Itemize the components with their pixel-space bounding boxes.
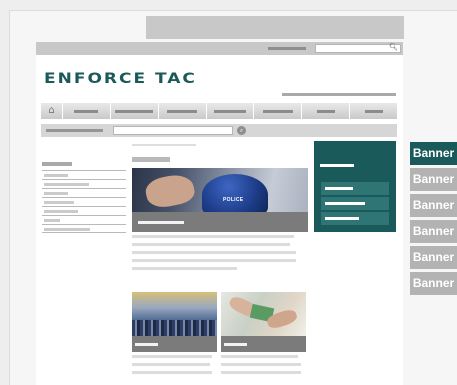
- banner-option-1[interactable]: Banner: [410, 142, 457, 165]
- sidebar-box-item-label: [325, 187, 353, 190]
- header-tagline: [282, 93, 396, 96]
- hero-teaser[interactable]: POLICE: [132, 168, 308, 232]
- sidebar-item-label: [44, 228, 90, 231]
- teaser-caption-text: [135, 343, 158, 346]
- nav-item[interactable]: [350, 103, 398, 119]
- breadcrumb[interactable]: [46, 129, 103, 132]
- teaser-image-meeting: [221, 292, 306, 336]
- nav-item-label: [115, 109, 154, 113]
- top-search-input[interactable]: 🔍︎: [315, 43, 401, 53]
- sidebar-box-item[interactable]: [321, 197, 389, 210]
- hero-image: POLICE: [132, 168, 308, 212]
- banner-option-2[interactable]: Banner: [410, 168, 457, 191]
- hero-caption: [132, 212, 308, 232]
- teaser-caption: [132, 336, 217, 352]
- nav-item[interactable]: [158, 103, 206, 119]
- teaser-text: [221, 355, 306, 379]
- search-input[interactable]: [113, 126, 233, 135]
- sidebar-item-label: [44, 192, 68, 195]
- main-navigation: ⌂: [41, 103, 398, 119]
- sidebar-box-item-label: [325, 202, 365, 205]
- text-line: [132, 267, 237, 270]
- right-sidebar-box: [314, 141, 396, 232]
- sidebar-box-item[interactable]: [321, 182, 389, 195]
- nav-item[interactable]: [63, 103, 110, 119]
- text-line: [132, 259, 296, 262]
- nav-item-label: [262, 109, 293, 113]
- banner-option-3[interactable]: Banner: [410, 194, 457, 217]
- teaser-text: [132, 355, 217, 379]
- sidebar-item[interactable]: [42, 206, 126, 215]
- hero-image-helmet: [202, 174, 268, 212]
- sidebar-item-label: [44, 183, 89, 186]
- article-text: [132, 235, 308, 275]
- text-line: [132, 251, 296, 254]
- content-heading: [132, 157, 170, 162]
- sidebar-item[interactable]: [42, 188, 126, 197]
- top-bar-link[interactable]: [268, 47, 306, 50]
- banner-option-5[interactable]: Banner: [410, 246, 457, 269]
- nav-item-label: [214, 109, 246, 113]
- left-sidebar-menu: [42, 162, 126, 233]
- teaser-card[interactable]: [221, 292, 306, 352]
- sidebar-item[interactable]: [42, 170, 126, 179]
- text-line: [132, 363, 210, 366]
- banner-list: Banner Banner Banner Banner Banner Banne…: [410, 142, 457, 298]
- nav-item[interactable]: [254, 103, 302, 119]
- search-button[interactable]: ⌕: [237, 126, 246, 135]
- teaser-card[interactable]: [132, 292, 217, 352]
- text-line: [132, 243, 290, 246]
- hero-image-label: POLICE: [223, 197, 244, 203]
- nav-item[interactable]: [206, 103, 254, 119]
- hero-image-hand: [143, 171, 197, 211]
- text-line: [132, 371, 212, 374]
- nav-item-label: [364, 109, 383, 113]
- sidebar-item[interactable]: [42, 224, 126, 233]
- nav-item[interactable]: [302, 103, 350, 119]
- top-ad-banner[interactable]: [146, 16, 404, 39]
- sidebar-item-label: [44, 174, 68, 177]
- nav-item[interactable]: [110, 103, 158, 119]
- top-bar: 🔍︎: [36, 42, 403, 55]
- text-line: [132, 235, 294, 238]
- nav-home[interactable]: ⌂: [41, 103, 62, 119]
- sidebar-item-label: [44, 210, 78, 213]
- sidebar-box-item-label: [325, 217, 359, 220]
- sidebar-box-item[interactable]: [321, 212, 389, 225]
- sidebar-item[interactable]: [42, 197, 126, 206]
- teaser-image-exhibition: [132, 292, 217, 336]
- banner-option-4[interactable]: Banner: [410, 220, 457, 243]
- sidebar-heading: [42, 162, 72, 166]
- sidebar-item-label: [44, 201, 74, 204]
- text-line: [221, 355, 298, 358]
- website-mockup: 🔍︎ ENFORCE TAC ⌂ ⌕ POLICE: [36, 42, 403, 385]
- nav-item-label: [167, 109, 198, 113]
- search-icon[interactable]: 🔍︎: [389, 43, 398, 51]
- sidebar-box-heading: [320, 164, 354, 167]
- text-line: [221, 363, 301, 366]
- text-line: [221, 371, 301, 374]
- nav-item-label: [316, 109, 335, 113]
- banner-option-6[interactable]: Banner: [410, 272, 457, 295]
- content-meta-line: [132, 144, 196, 146]
- home-icon: ⌂: [48, 105, 55, 116]
- sidebar-item-label: [44, 219, 60, 222]
- teaser-image-crowd: [132, 320, 217, 336]
- nav-item-label: [74, 109, 99, 113]
- sidebar-item[interactable]: [42, 179, 126, 188]
- hero-caption-text: [138, 221, 184, 224]
- search-icon: ⌕: [239, 127, 244, 134]
- sidebar-item[interactable]: [42, 215, 126, 224]
- site-logo[interactable]: ENFORCE TAC: [44, 70, 197, 87]
- teaser-caption: [221, 336, 306, 352]
- teaser-caption-text: [224, 343, 247, 346]
- text-line: [132, 355, 212, 358]
- breadcrumb-bar: ⌕: [41, 124, 397, 137]
